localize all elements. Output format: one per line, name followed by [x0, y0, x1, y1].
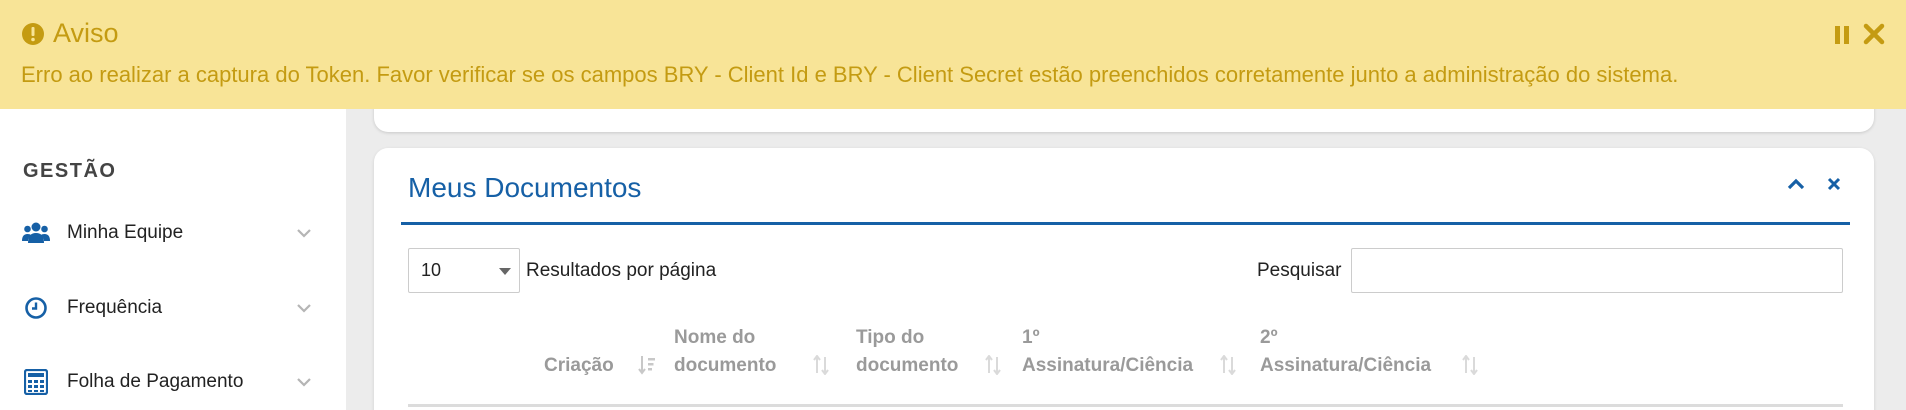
sort-desc-icon: [638, 354, 656, 376]
meus-documentos-card: Meus Documentos 10 Resultados por página…: [374, 148, 1874, 410]
sort-both-icon: [1461, 354, 1479, 376]
sidebar-item-minha-equipe[interactable]: Minha Equipe: [0, 203, 346, 263]
results-per-page-select[interactable]: 10: [408, 248, 520, 293]
close-icon[interactable]: [1822, 172, 1846, 196]
results-per-page-value: 10: [421, 260, 442, 280]
sort-both-icon: [812, 354, 830, 376]
users-icon: [22, 219, 50, 247]
chevron-down-icon: [294, 298, 314, 318]
clock-icon: [22, 294, 50, 322]
alert-banner: Aviso Erro ao realizar a captura do Toke…: [0, 0, 1906, 109]
chevron-down-icon: [294, 223, 314, 243]
search-input[interactable]: [1351, 248, 1843, 293]
search-label: Pesquisar: [1257, 260, 1342, 281]
column-header-nome-do-documento[interactable]: Nome do documento: [674, 324, 844, 380]
pause-icon[interactable]: [1835, 26, 1851, 44]
sidebar-item-label: Minha Equipe: [67, 222, 184, 243]
sidebar-item-label: Frequência: [67, 297, 163, 318]
sidebar-item-frequencia[interactable]: Frequência: [0, 278, 346, 338]
collapse-chevron-up-icon[interactable]: [1784, 172, 1808, 196]
caret-down-icon: [499, 268, 511, 275]
exclamation-circle-icon: [21, 22, 45, 46]
calculator-icon: [22, 368, 50, 396]
card-title: Meus Documentos: [408, 172, 642, 203]
column-header-primeira-assinatura[interactable]: 1º Assinatura/Ciência: [1022, 324, 1252, 380]
sidebar-item-folha-de-pagamento[interactable]: Folha de Pagamento: [0, 352, 346, 410]
chevron-down-icon: [294, 372, 314, 392]
column-header-criacao[interactable]: Criação: [544, 324, 664, 380]
sidebar-item-label: Folha de Pagamento: [67, 371, 244, 392]
alert-title: Aviso: [53, 18, 119, 48]
close-icon[interactable]: [1862, 22, 1886, 46]
table-header-divider: [408, 404, 1843, 407]
results-per-page-label: Resultados por página: [526, 260, 717, 281]
card-divider: [401, 222, 1850, 225]
column-header-tipo-do-documento[interactable]: Tipo do documento: [856, 324, 1016, 380]
sort-both-icon: [984, 354, 1002, 376]
column-header-segunda-assinatura[interactable]: 2º Assinatura/Ciência: [1260, 324, 1490, 380]
alert-message: Erro ao realizar a captura do Token. Fav…: [21, 62, 1679, 87]
sort-both-icon: [1219, 354, 1237, 376]
sidebar-heading: GESTÃO: [23, 160, 117, 182]
card-tools: [1784, 172, 1846, 196]
